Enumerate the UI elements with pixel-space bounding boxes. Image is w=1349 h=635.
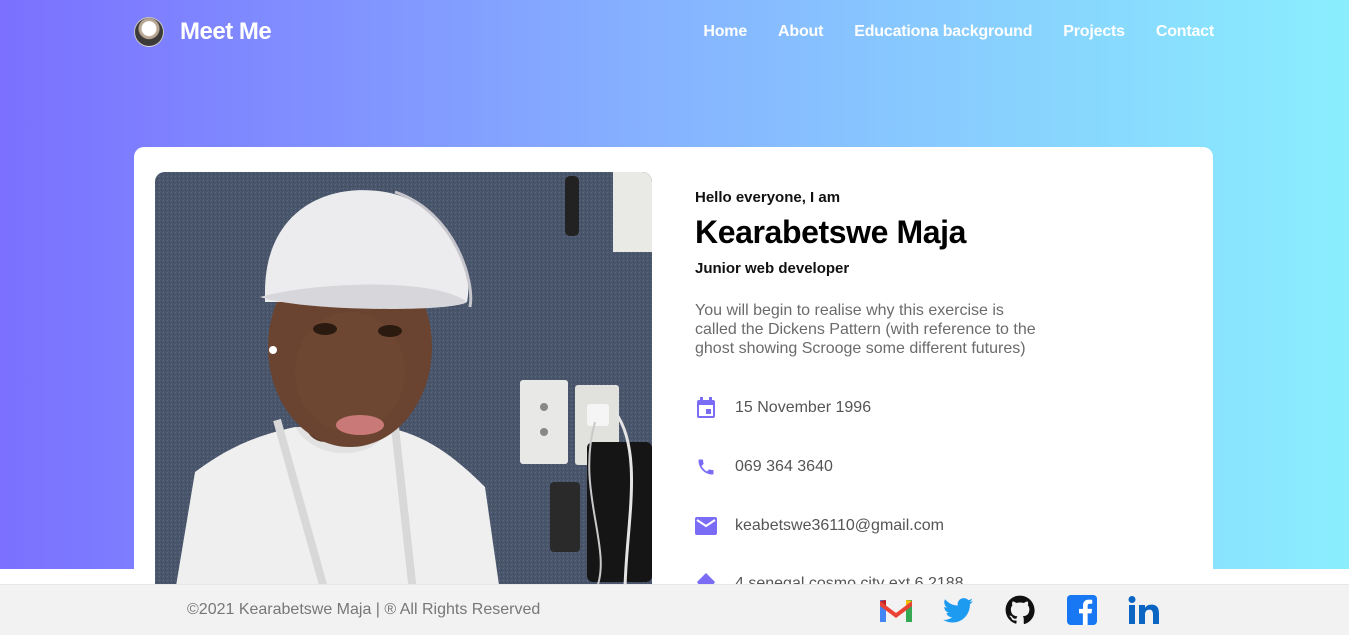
email-text: keabetswe36110@gmail.com [735,517,944,534]
greeting: Hello everyone, I am [695,189,841,206]
footer: ©2021 Kearabetswe Maja | ® All Rights Re… [0,584,1349,635]
profile-card: Hello everyone, I am Kearabetswe Maja Ju… [134,147,1213,595]
social-links [879,595,1160,625]
nav-links: Home About Educationa background Project… [703,23,1214,41]
profile-photo [155,172,652,592]
facebook-icon[interactable] [1065,595,1098,625]
phone-icon [695,456,717,478]
avatar-icon [134,17,164,47]
nav-projects[interactable]: Projects [1063,23,1125,41]
nav-contact[interactable]: Contact [1156,23,1214,41]
profile-bio: You will begin to realise why this exerc… [695,302,1036,357]
detail-email: keabetswe36110@gmail.com [695,515,944,537]
nav-home[interactable]: Home [703,23,747,41]
linkedin-icon[interactable] [1127,595,1160,625]
brand-link[interactable]: Meet Me [134,17,272,47]
github-icon[interactable] [1003,595,1036,625]
phone-text: 069 364 3640 [735,458,833,475]
nav-education[interactable]: Educationa background [854,23,1032,41]
email-icon [695,515,717,537]
birthdate-text: 15 November 1996 [735,399,872,416]
navbar: Meet Me Home About Educationa background… [134,14,1214,50]
gmail-icon[interactable] [879,595,912,625]
profile-role: Junior web developer [695,260,850,277]
detail-phone: 069 364 3640 [695,456,833,478]
profile-name: Kearabetswe Maja [695,214,967,250]
profile-info: Hello everyone, I am Kearabetswe Maja Ju… [695,189,1055,358]
copyright-text: ©2021 Kearabetswe Maja | ® All Rights Re… [187,601,541,618]
nav-about[interactable]: About [778,23,823,41]
detail-birthdate: 15 November 1996 [695,397,871,419]
calendar-icon [695,397,717,419]
brand-name: Meet Me [180,18,272,45]
twitter-icon[interactable] [941,595,974,625]
